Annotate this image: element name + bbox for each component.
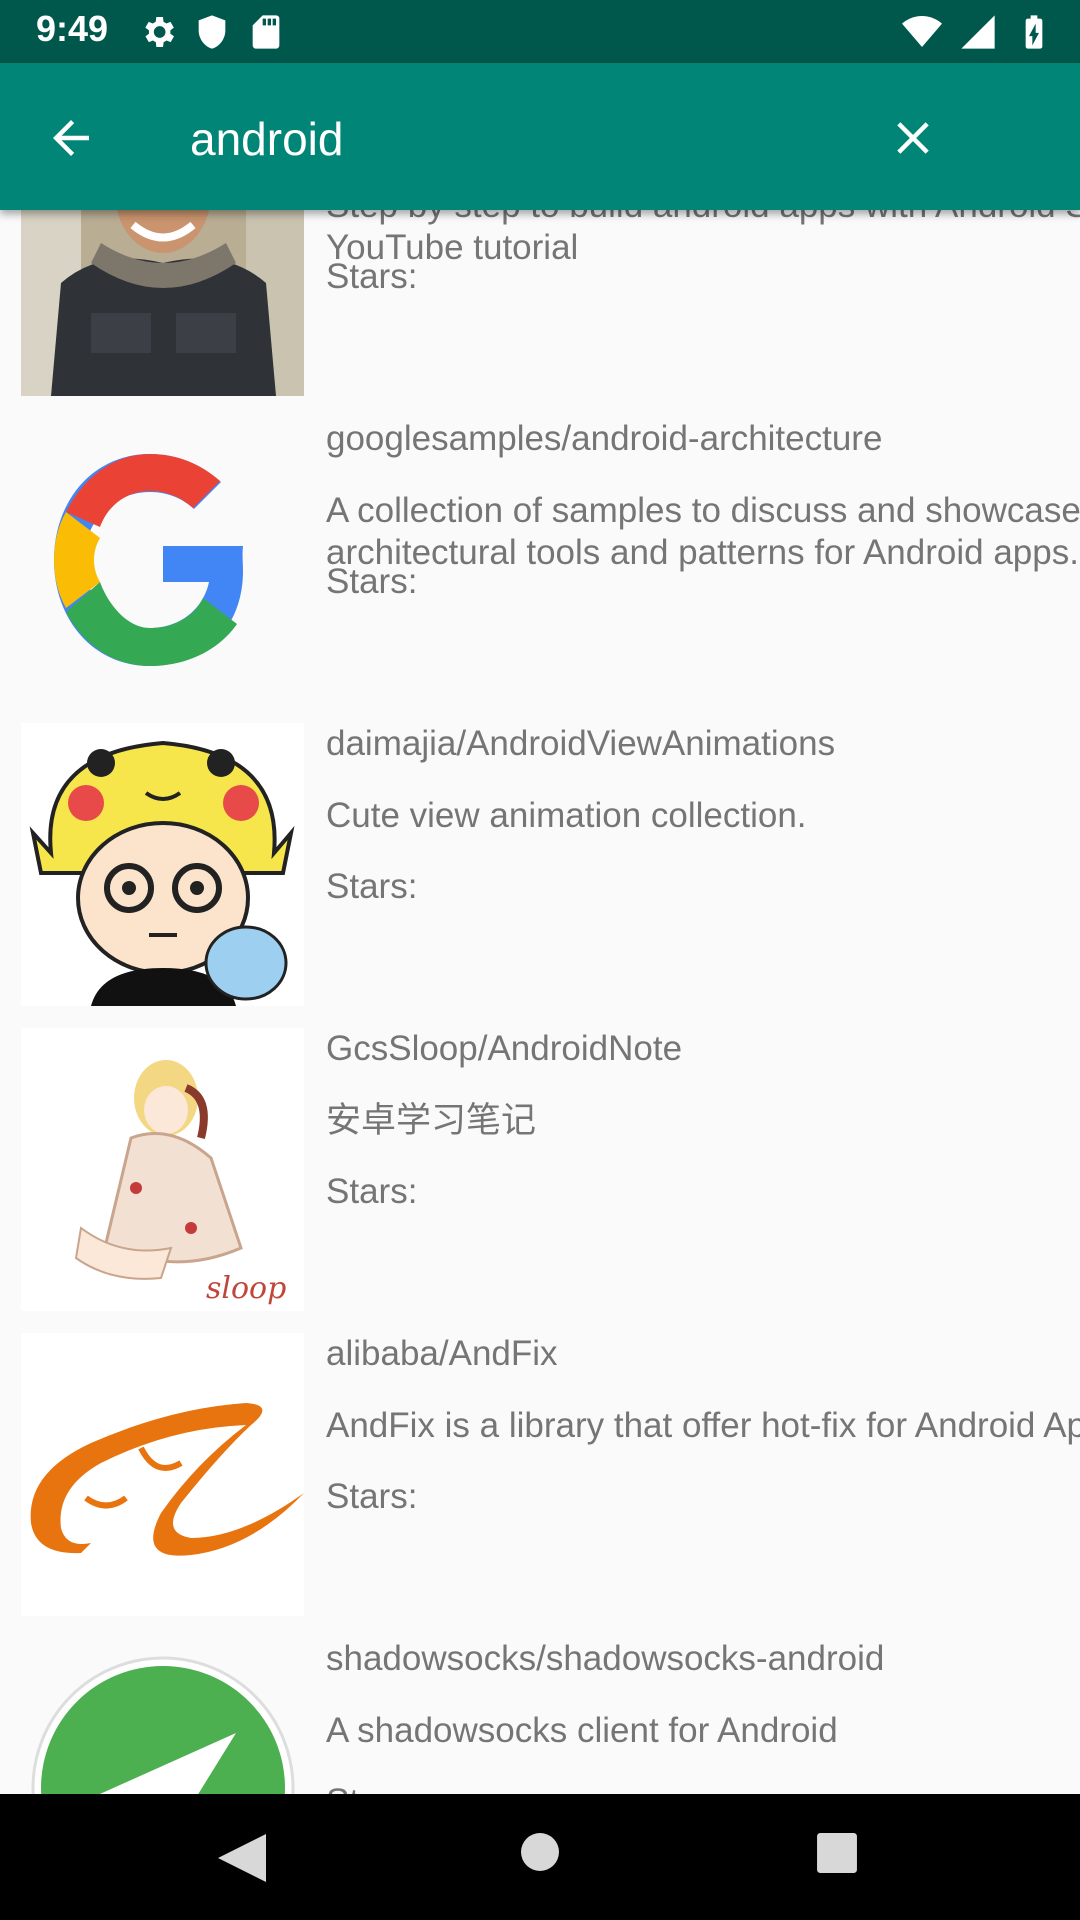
battery-charging-icon <box>1025 15 1043 49</box>
list-item[interactable]: daimajia/AndroidViewAnimations Cute view… <box>0 723 1080 1028</box>
person-photo-avatar <box>21 210 304 396</box>
repo-list[interactable]: Step by step to build android apps with … <box>0 210 1080 1794</box>
anime-girl-avatar: sloop <box>21 1028 304 1311</box>
list-item[interactable]: Step by step to build android apps with … <box>0 210 1080 418</box>
navigation-bar <box>0 1794 1080 1920</box>
repo-description: AndFix is a library that offer hot-fix f… <box>326 1406 1080 1445</box>
search-input[interactable] <box>190 103 850 175</box>
repo-stars: Stars: <box>326 1781 1080 1794</box>
shield-icon <box>198 15 226 49</box>
avatar-signature: sloop <box>206 1271 286 1306</box>
repo-stars: Stars: <box>326 562 418 601</box>
status-icons-left <box>138 12 286 52</box>
nav-recents-icon[interactable] <box>816 1832 858 1874</box>
alibaba-logo-avatar <box>21 1333 304 1616</box>
repo-description: 安卓学习笔记 <box>326 1101 537 1140</box>
repo-name: alibaba/AndFix <box>326 1334 558 1373</box>
nav-back-icon[interactable] <box>214 1832 270 1884</box>
sd-card-icon <box>252 15 280 49</box>
repo-stars: Stars: <box>326 257 418 296</box>
list-item[interactable]: sloop GcsSloop/AndroidNote 安卓学习笔记 Stars: <box>0 1028 1080 1333</box>
repo-description: A shadowsocks client for Android <box>326 1711 838 1750</box>
repo-name: shadowsocks/shadowsocks-android <box>326 1639 885 1678</box>
list-item[interactable]: shadowsocks/shadowsocks-android A shadow… <box>0 1638 1080 1794</box>
wifi-icon <box>902 16 942 47</box>
nav-home-icon[interactable] <box>520 1832 560 1872</box>
status-time: 9:49 <box>36 8 109 49</box>
list-item[interactable]: googlesamples/android-architecture A col… <box>0 418 1080 723</box>
status-icons-right <box>902 12 1054 52</box>
google-logo-avatar <box>21 418 304 701</box>
repo-description: Cute view animation collection. <box>326 796 807 835</box>
repo-name: GcsSloop/AndroidNote <box>326 1029 683 1068</box>
back-arrow-icon[interactable] <box>44 111 98 165</box>
app-bar <box>0 63 1080 210</box>
signal-icon <box>961 15 995 49</box>
repo-stars: Stars: <box>326 1477 418 1516</box>
list-item[interactable]: alibaba/AndFix AndFix is a library that … <box>0 1333 1080 1638</box>
repo-name: googlesamples/android-architecture <box>326 419 883 458</box>
shadowsocks-logo-avatar <box>21 1638 304 1794</box>
repo-name: daimajia/AndroidViewAnimations <box>326 724 836 763</box>
cartoon-pikachu-hat-avatar <box>21 723 304 1006</box>
repo-stars: Stars: <box>326 867 418 906</box>
close-icon[interactable] <box>886 111 940 165</box>
settings-icon <box>145 17 174 47</box>
repo-stars: Stars: <box>326 1172 418 1211</box>
status-bar: 9:49 <box>0 0 1080 63</box>
